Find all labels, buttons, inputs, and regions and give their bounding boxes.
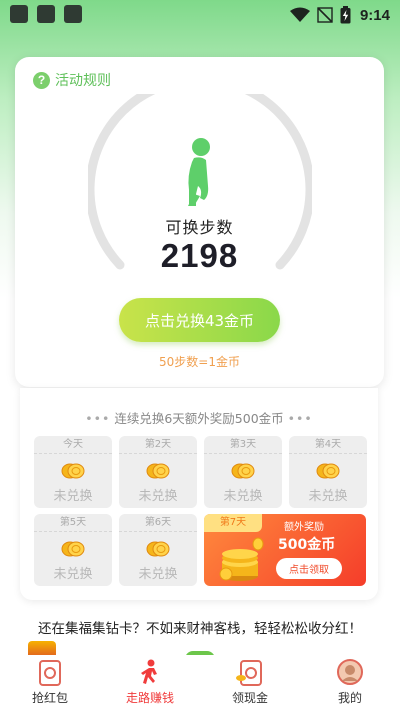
rules-label: 活动规则 [55, 73, 111, 89]
day-card: 第5天未兑换 [34, 514, 112, 586]
nav-item-walk[interactable]: 走路赚钱 [100, 655, 200, 710]
steps-value: 2198 [160, 237, 239, 274]
avatar-icon [337, 659, 363, 685]
day-status: 未兑换 [53, 489, 93, 504]
rules-link[interactable]: ? 活动规则 [33, 70, 111, 90]
status-bar: 9:14 [0, 0, 400, 30]
walking-figure-icon [188, 138, 210, 206]
streak-title-text: 连续兑换6天额外奖励500金币 [114, 411, 284, 426]
bonus-label: 额外奖励 [284, 522, 324, 533]
day-card: 今天 未兑换 [34, 436, 112, 508]
day-label: 第4天 [289, 436, 367, 454]
day-card: 第2天未兑换 [119, 436, 197, 508]
bonus-day-label: 第7天 [204, 514, 262, 532]
no-signal-icon [317, 7, 333, 23]
gold-coin-icon [146, 541, 170, 557]
day-status: 未兑换 [138, 567, 178, 582]
app-icon [64, 5, 82, 23]
gold-coin-icon [61, 463, 85, 479]
gold-coin-icon [231, 463, 255, 479]
gold-coin-icon [61, 541, 85, 557]
claim-bonus-button[interactable]: 点击领取 [276, 558, 342, 579]
gold-coin-icon [316, 463, 340, 479]
nav-item-cash[interactable]: 领现金 [200, 655, 300, 710]
question-icon: ? [33, 71, 50, 89]
bonus-card[interactable]: 第7天 额外奖励 500金币 点击领取 [204, 514, 366, 586]
gold-coins-icon [219, 537, 264, 581]
exchange-rate: 50步数=1金币 [159, 355, 240, 369]
gold-coin-icon [146, 463, 170, 479]
day-label: 第5天 [34, 514, 112, 532]
day-card: 第6天未兑换 [119, 514, 197, 586]
nav-item-red-envelope[interactable]: 抢红包 [0, 655, 100, 710]
day-card: 第4天未兑换 [289, 436, 367, 508]
day-status: 未兑换 [53, 567, 93, 582]
steps-label: 可换步数 [165, 218, 234, 237]
day-card: 第3天未兑换 [204, 436, 282, 508]
nav-item-mine[interactable]: 我的 [300, 655, 400, 710]
walking-person-icon [141, 659, 157, 684]
day-label: 第6天 [119, 514, 197, 532]
steps-card: ? 活动规则 可换步数 2198 点击兑换43金币 50步数=1金币 [15, 57, 384, 387]
nav-label: 抢红包 [31, 691, 68, 705]
day-status: 未兑换 [308, 489, 348, 504]
day-label: 第2天 [119, 436, 197, 454]
wifi-icon [289, 7, 310, 22]
day-label: 第3天 [204, 436, 282, 454]
battery-charging-icon [340, 6, 351, 24]
red-envelope-icon [39, 660, 61, 686]
bonus-amount: 500金币 [278, 537, 336, 553]
app-icon [37, 5, 55, 23]
day-status: 未兑换 [138, 489, 178, 504]
clock: 9:14 [359, 6, 390, 24]
app-icon [10, 5, 28, 23]
streak-title: ••• 连续兑换6天额外奖励500金币 ••• [85, 411, 313, 426]
bottom-nav: 抢红包 走路赚钱 领现金 我的 [0, 655, 400, 710]
nav-label: 领现金 [231, 691, 268, 705]
day-status: 未兑换 [223, 489, 263, 504]
promo-banner[interactable]: 还在集福集钻卡？不如来财神客栈，轻轻松松收分红！ [0, 617, 400, 637]
streak-card: ••• 连续兑换6天额外奖励500金币 ••• 今天 未兑换 第2天 未兑换 第3天 未兑… [20, 388, 378, 600]
nav-label: 我的 [337, 691, 362, 705]
exchange-button[interactable]: 点击兑换43金币 [119, 298, 280, 342]
day-label: 今天 [34, 436, 112, 454]
cash-card-icon [236, 660, 262, 686]
nav-label: 走路赚钱 [125, 691, 174, 705]
